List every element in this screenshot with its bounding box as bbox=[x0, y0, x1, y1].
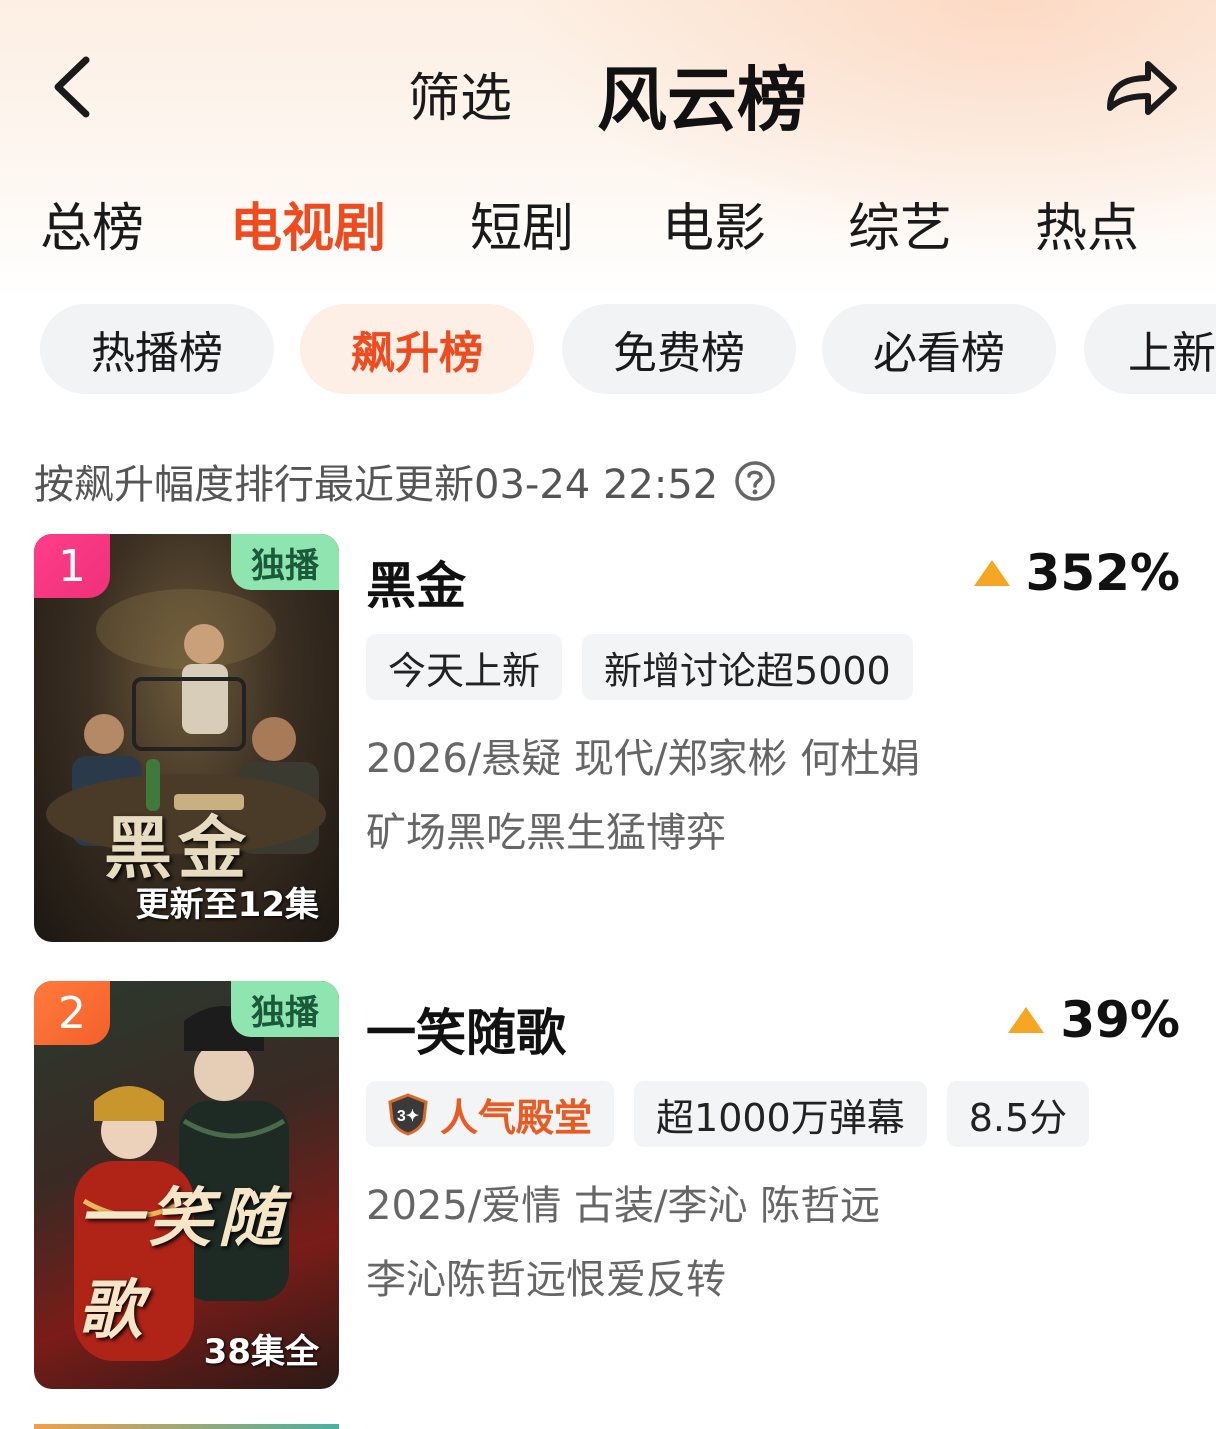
heat-value: 352% bbox=[1025, 544, 1180, 602]
tab-variety[interactable]: 综艺 bbox=[848, 186, 952, 261]
heat-value: 39% bbox=[1060, 991, 1180, 1049]
tag: 新增讨论超5000 bbox=[582, 634, 913, 700]
heat-indicator: 39% bbox=[1006, 991, 1180, 1049]
category-tabs: 总榜 电视剧 短剧 电影 综艺 热点 bbox=[0, 186, 1216, 259]
pill-rising[interactable]: 飙升榜 bbox=[300, 304, 534, 394]
update-text: 按飙升幅度排行最近更新03-24 22:52 bbox=[34, 462, 719, 508]
rank-badge: 1 bbox=[34, 534, 110, 598]
svg-text:3✦: 3✦ bbox=[397, 1108, 419, 1125]
pill-must-watch[interactable]: 必看榜 bbox=[822, 304, 1056, 394]
tag: 今天上新 bbox=[366, 634, 563, 700]
pill-new[interactable]: 上新 bbox=[1084, 304, 1216, 394]
help-circle-icon[interactable] bbox=[734, 460, 776, 502]
episode-label: 更新至12集 bbox=[135, 885, 319, 925]
item-meta: 2026/悬疑 现代/郑家彬 何杜娟 bbox=[366, 736, 921, 782]
heat-indicator: 352% bbox=[972, 544, 1180, 602]
shield-badge-icon: 3✦ bbox=[388, 1093, 428, 1136]
tab-tv-series[interactable]: 电视剧 bbox=[230, 186, 386, 261]
rating-tag: 8.5分 bbox=[946, 1081, 1090, 1147]
hall-of-fame-label: 人气殿堂 bbox=[440, 1095, 593, 1140]
tag-list: 今天上新 新增讨论超5000 bbox=[366, 634, 913, 700]
exclusive-badge: 独播 bbox=[231, 981, 339, 1037]
tab-hot[interactable]: 热点 bbox=[1035, 186, 1139, 261]
next-item-peek bbox=[34, 1424, 339, 1429]
item-description: 李沁陈哲远恨爱反转 bbox=[366, 1257, 726, 1303]
list-item[interactable]: 一笑随歌 38集全 2 独播 一笑随歌 39% 3✦ 人气殿堂 超1000万弹幕… bbox=[0, 981, 1216, 1391]
share-arrow-icon bbox=[1107, 61, 1177, 115]
pill-hot-play[interactable]: 热播榜 bbox=[40, 304, 274, 394]
exclusive-badge: 独播 bbox=[231, 534, 339, 590]
list-item[interactable]: 黑金 更新至12集 1 独播 黑金 352% 今天上新 新增讨论超5000 20… bbox=[0, 534, 1216, 944]
rank-badge: 2 bbox=[34, 981, 110, 1045]
tag: 超1000万弹幕 bbox=[634, 1081, 927, 1147]
back-button[interactable] bbox=[44, 52, 104, 122]
tab-short-drama[interactable]: 短剧 bbox=[470, 186, 574, 261]
tab-movie[interactable]: 电影 bbox=[662, 186, 766, 261]
item-meta: 2025/爱情 古装/李沁 陈哲远 bbox=[366, 1183, 881, 1229]
item-title[interactable]: 一笑随歌 bbox=[366, 993, 566, 1065]
item-description: 矿场黑吃黑生猛博弈 bbox=[366, 810, 726, 856]
page-title[interactable]: 风云榜 bbox=[597, 44, 807, 145]
rise-arrow-icon bbox=[973, 560, 1010, 586]
share-button[interactable] bbox=[1100, 52, 1184, 122]
tab-all[interactable]: 总榜 bbox=[40, 186, 144, 261]
tag-list: 3✦ 人气殿堂 超1000万弹幕 8.5分 bbox=[366, 1081, 1090, 1147]
top-bar: 筛选 风云榜 bbox=[0, 0, 1216, 180]
rise-arrow-icon bbox=[1008, 1007, 1045, 1033]
item-title[interactable]: 黑金 bbox=[366, 546, 466, 618]
update-info: 按飙升幅度排行最近更新03-24 22:52 bbox=[34, 452, 776, 510]
chevron-left-icon bbox=[54, 56, 90, 118]
poster-image[interactable]: 一笑随歌 38集全 2 独播 bbox=[34, 981, 339, 1389]
tab-filter[interactable]: 筛选 bbox=[408, 56, 512, 131]
sub-tabs: 热播榜 飙升榜 免费榜 必看榜 上新 bbox=[0, 304, 1216, 394]
hall-of-fame-tag[interactable]: 3✦ 人气殿堂 bbox=[366, 1081, 615, 1147]
poster-image[interactable]: 黑金 更新至12集 1 独播 bbox=[34, 534, 339, 942]
episode-label: 38集全 bbox=[203, 1332, 319, 1372]
pill-free[interactable]: 免费榜 bbox=[562, 304, 796, 394]
